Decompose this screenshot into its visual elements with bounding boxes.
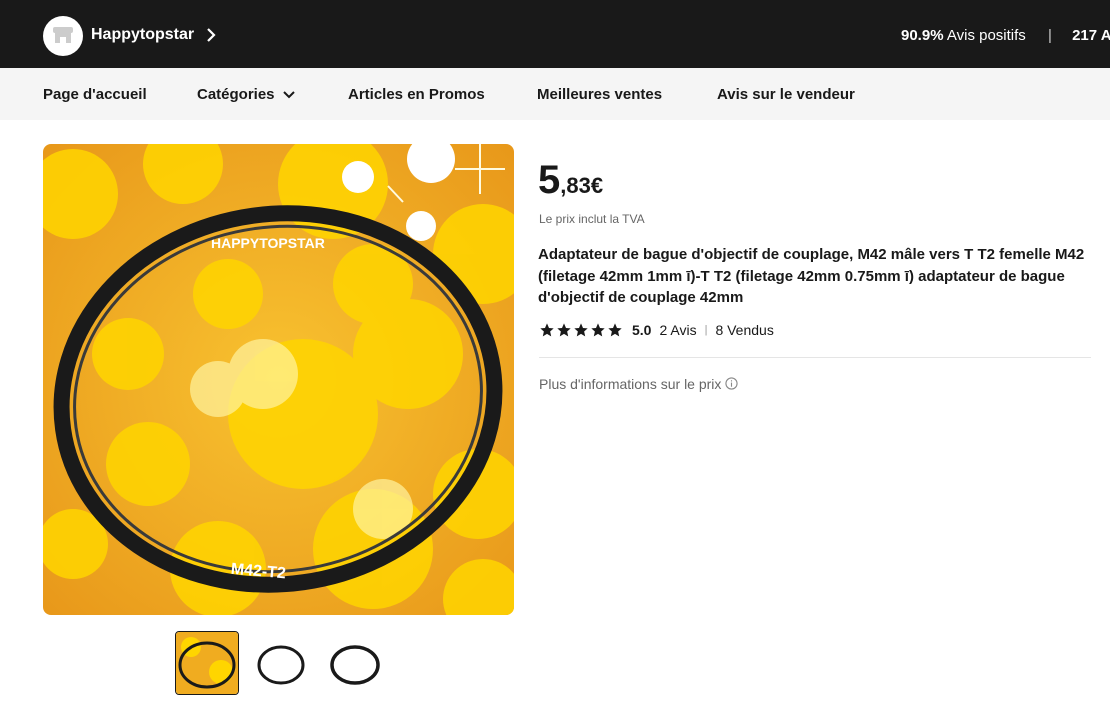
thumbnail-2[interactable]: [249, 631, 313, 695]
positive-feedback-pct: 90.9%: [901, 27, 944, 44]
chevron-right-icon[interactable]: [204, 27, 218, 43]
price-integer: 5: [538, 158, 561, 202]
nav-promos[interactable]: Articles en Promos: [348, 86, 485, 103]
star-icon: [557, 323, 571, 337]
more-price-info-label: Plus d'informations sur le prix: [539, 376, 722, 392]
nav-seller-reviews[interactable]: Avis sur le vendeur: [717, 86, 855, 103]
nav-categories[interactable]: Catégories: [197, 86, 295, 103]
star-icon: [608, 323, 622, 337]
star-icon: [540, 323, 554, 337]
nav-best-sellers[interactable]: Meilleures ventes: [537, 86, 662, 103]
stats-divider: |: [1047, 27, 1052, 44]
thumbnail-3[interactable]: [323, 631, 387, 695]
store-nav: Page d'accueil Catégories Articles en Pr…: [0, 68, 1110, 120]
reviews-link[interactable]: 2 Avis: [659, 322, 696, 338]
star-icon: [574, 323, 588, 337]
store-header: Happytopstar 90.9% Avis positifs | 217 A: [0, 0, 1110, 68]
store-logo-icon[interactable]: [43, 16, 83, 56]
rating-divider: |: [704, 324, 708, 336]
watermark-text: HAPPYTOPSTAR: [211, 235, 325, 251]
nav-home[interactable]: Page d'accueil: [43, 86, 147, 103]
positive-feedback-label: Avis positifs: [946, 27, 1026, 44]
product-price: 5,83€: [538, 158, 603, 203]
rating-stars: [539, 322, 623, 338]
sold-count: 8 Vendus: [715, 322, 774, 338]
product-title: Adaptateur de bague d'objectif de coupla…: [538, 246, 1085, 306]
rating-row: 5.0 2 Avis | 8 Vendus: [539, 320, 774, 340]
rating-value: 5.0: [632, 322, 652, 338]
price-decimal: ,83€: [560, 173, 604, 198]
nav-categories-label: Catégories: [197, 86, 275, 103]
star-icon: [591, 323, 605, 337]
product-main-image[interactable]: HAPPYTOPSTAR M42-T2: [43, 144, 514, 615]
more-price-info-link[interactable]: Plus d'informations sur le prix: [539, 376, 739, 392]
store-stats: 90.9% Avis positifs | 217 A: [901, 27, 1110, 44]
info-icon: [725, 377, 739, 390]
thumbnail-1[interactable]: [175, 631, 239, 695]
thumbnail-strip: [175, 631, 387, 695]
store-name-link[interactable]: Happytopstar: [91, 26, 194, 44]
vat-note: Le prix inclut la TVA: [539, 212, 645, 226]
chevron-down-icon: [282, 91, 295, 99]
section-divider: [539, 357, 1091, 358]
followers-count: 217 A: [1072, 27, 1110, 44]
